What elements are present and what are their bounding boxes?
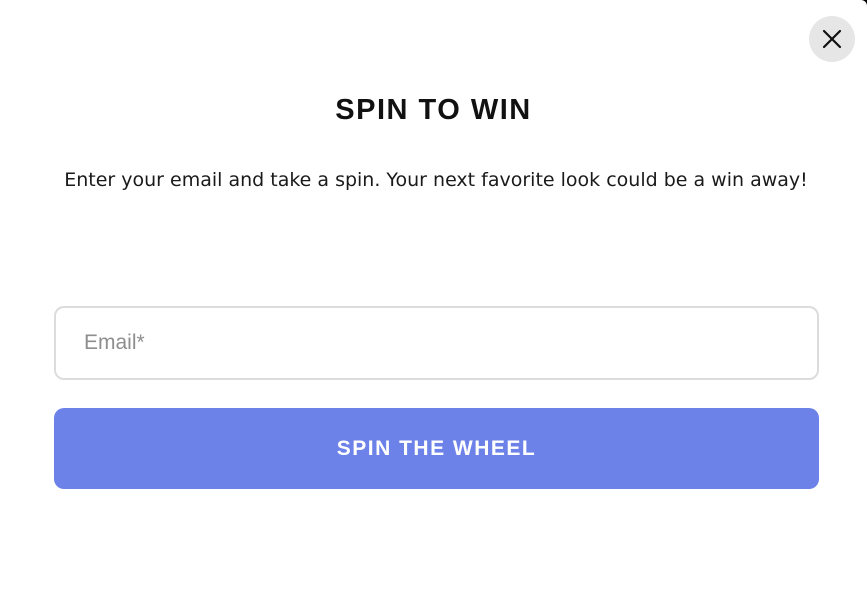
spin-to-win-modal: SPIN TO WIN Enter your email and take a … xyxy=(0,0,867,602)
modal-title: SPIN TO WIN xyxy=(335,94,532,126)
spin-the-wheel-button[interactable]: SPIN THE WHEEL xyxy=(54,408,819,489)
modal-subtitle: Enter your email and take a spin. Your n… xyxy=(64,169,808,191)
close-button[interactable] xyxy=(809,16,855,62)
close-icon xyxy=(822,29,842,49)
email-field[interactable] xyxy=(54,306,819,380)
